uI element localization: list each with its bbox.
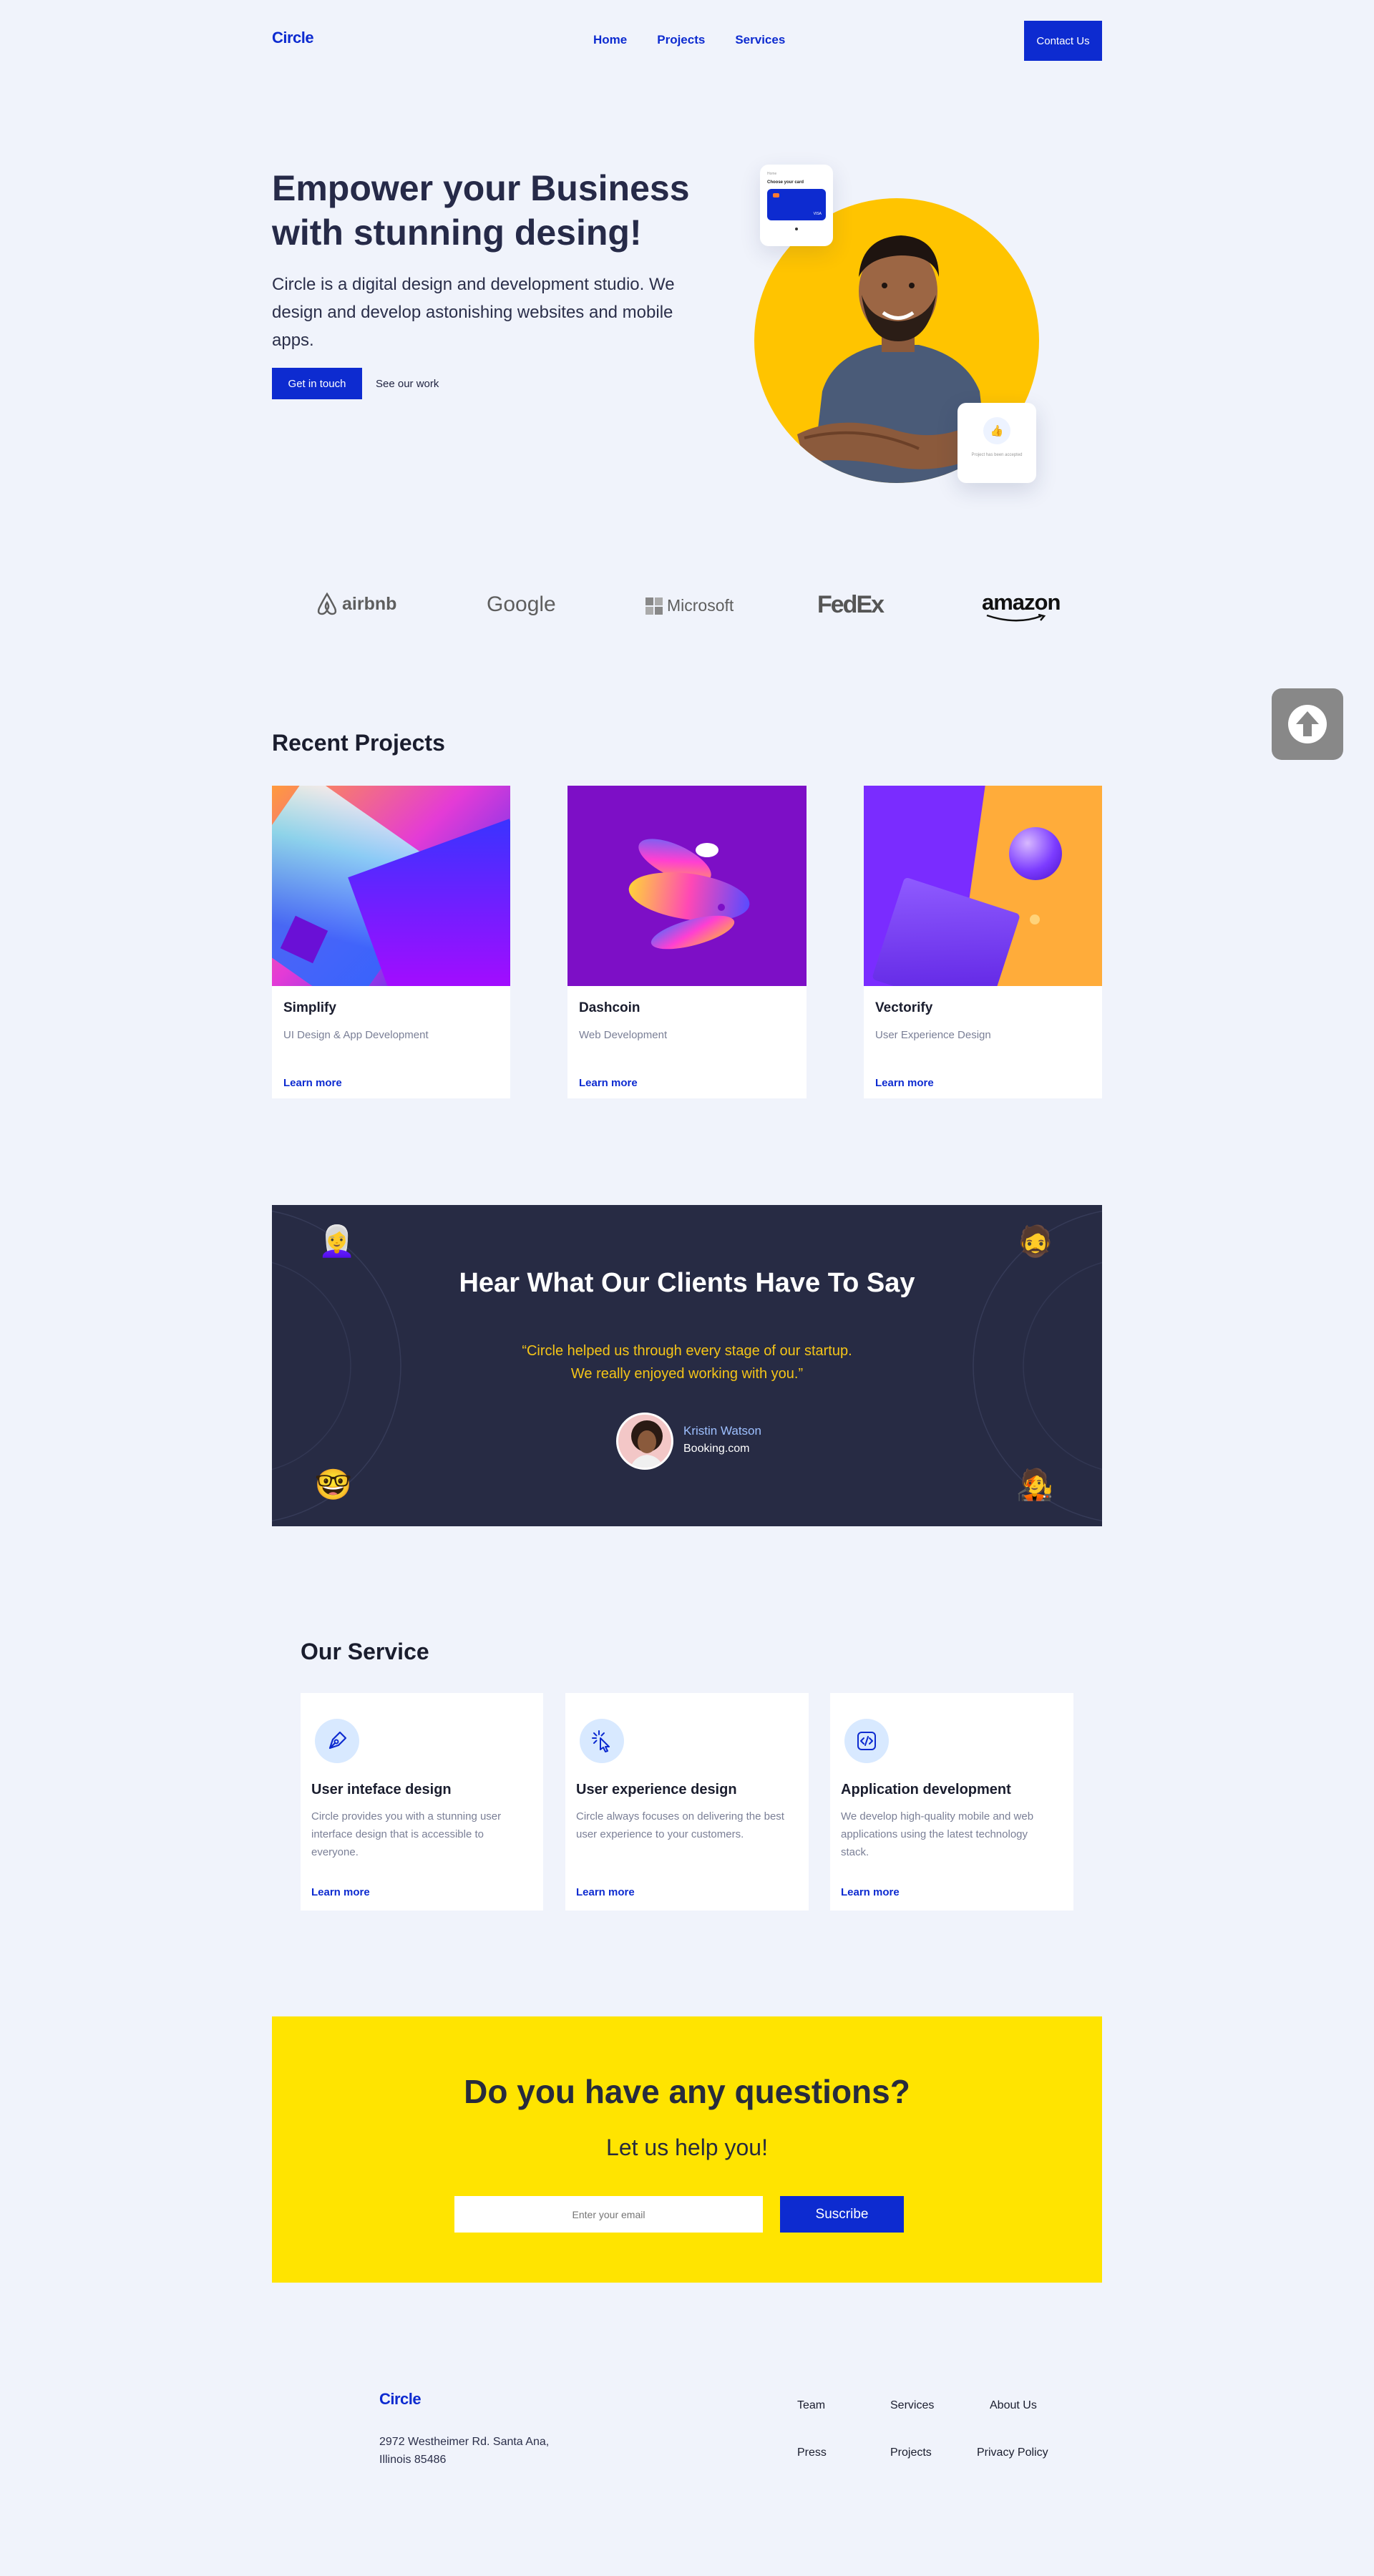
- logo-airbnb-text: airbnb: [342, 593, 397, 614]
- client-avatar-1: 👩‍🦳: [318, 1224, 356, 1258]
- service-description: Circle always focuses on delivering the …: [576, 1810, 784, 1840]
- address-line-1: 2972 Westheimer Rd. Santa Ana,: [379, 2436, 550, 2448]
- footer-link-about-us[interactable]: About Us: [990, 2399, 1037, 2412]
- testimonials-section: 👩‍🦳 🧔 🤓 🧑‍🎤 Hear What Our Clients Have T…: [272, 1205, 1102, 1526]
- project-name: Dashcoin: [579, 1000, 640, 1015]
- hero-title-line-2: with stunning desing!: [272, 213, 642, 253]
- project-accepted-widget: 👍 Project has been accepted: [958, 403, 1036, 483]
- hero-title: Empower your Business with stunning desi…: [272, 166, 730, 255]
- service-description: Circle provides you with a stunning user…: [311, 1810, 502, 1858]
- contact-us-button[interactable]: Contact Us: [1024, 21, 1102, 61]
- project-image-simplify: [272, 786, 510, 986]
- project-category: UI Design & App Development: [283, 1029, 429, 1041]
- quote-line-1: “Circle helped us through every stage of…: [522, 1343, 852, 1359]
- services-section-title: Our Service: [301, 1639, 429, 1664]
- amazon-smile-icon: [986, 614, 1046, 622]
- widget-accepted-text: Project has been accepted: [971, 453, 1023, 457]
- service-title: User experience design: [576, 1782, 737, 1797]
- pen-tool-icon: [315, 1719, 359, 1763]
- author-name: Kristin Watson: [683, 1424, 761, 1438]
- project-category: User Experience Design: [875, 1029, 991, 1041]
- nav-services[interactable]: Services: [735, 33, 785, 47]
- arrow-up-circle-icon: [1288, 705, 1327, 743]
- logo-google: Google: [487, 592, 556, 616]
- service-title: User inteface design: [311, 1782, 452, 1797]
- widget-small-label: Home: [767, 172, 777, 176]
- service-title: Application development: [841, 1782, 1011, 1797]
- service-card-ux-design[interactable]: User experience design Circle always foc…: [565, 1693, 809, 1911]
- widget-title: Choose your card: [767, 180, 804, 185]
- testimonials-title: Hear What Our Clients Have To Say: [459, 1268, 915, 1298]
- choose-card-widget: Home Choose your card VISA: [760, 165, 833, 246]
- learn-more-link[interactable]: Learn more: [283, 1077, 499, 1089]
- hero-title-line-1: Empower your Business: [272, 168, 690, 208]
- projects-section-title: Recent Projects: [272, 730, 445, 756]
- newsletter-section: Do you have any questions? Let us help y…: [272, 2016, 1102, 2283]
- project-card-vectorify[interactable]: Vectorify User Experience Design Learn m…: [864, 786, 1102, 1098]
- footer-address: 2972 Westheimer Rd. Santa Ana, Illinois …: [379, 2433, 549, 2469]
- subscribe-button[interactable]: Suscribe: [780, 2196, 904, 2233]
- learn-more-link[interactable]: Learn more: [875, 1077, 1091, 1089]
- learn-more-link[interactable]: Learn more: [841, 1886, 900, 1898]
- service-card-ui-design[interactable]: User inteface design Circle provides you…: [301, 1693, 543, 1911]
- project-image-vectorify: [864, 786, 1102, 986]
- cta-title: Do you have any questions?: [464, 2073, 910, 2110]
- get-in-touch-button[interactable]: Get in touch: [272, 368, 362, 399]
- widget-dot: [795, 228, 798, 230]
- thumbs-up-icon: 👍: [983, 417, 1010, 444]
- learn-more-link[interactable]: Learn more: [579, 1077, 795, 1089]
- scroll-to-top-button[interactable]: [1272, 688, 1343, 760]
- logo-amazon: amazon: [982, 590, 1061, 615]
- service-description: We develop high-quality mobile and web a…: [841, 1810, 1034, 1858]
- site-logo[interactable]: Circle: [272, 29, 314, 47]
- logo-amazon-text: amazon: [982, 590, 1061, 615]
- logo-airbnb: airbnb: [316, 592, 396, 615]
- card-chip-icon: [773, 193, 779, 197]
- hero-description: Circle is a digital design and developme…: [272, 275, 675, 350]
- client-avatar-3: 🤓: [314, 1467, 353, 1501]
- airbnb-icon: [317, 592, 337, 615]
- nav-projects[interactable]: Projects: [657, 33, 705, 47]
- microsoft-icon: [645, 597, 663, 615]
- service-card-app-development[interactable]: Application development We develop high-…: [830, 1693, 1073, 1911]
- email-input[interactable]: [454, 2196, 763, 2233]
- project-image-dashcoin: [567, 786, 807, 986]
- client-avatar-4: 🧑‍🎤: [1015, 1467, 1054, 1501]
- address-line-2: Illinois 85486: [379, 2454, 447, 2466]
- abstract-discs-illustration: [628, 839, 750, 950]
- cursor-click-icon: [580, 1719, 624, 1763]
- author-company: Booking.com: [683, 1443, 750, 1455]
- footer-link-team[interactable]: Team: [797, 2399, 825, 2412]
- credit-card: VISA: [767, 189, 826, 220]
- nav-home[interactable]: Home: [593, 33, 627, 47]
- footer-logo[interactable]: Circle: [379, 2390, 422, 2409]
- see-our-work-link[interactable]: See our work: [376, 378, 439, 390]
- footer-link-press[interactable]: Press: [797, 2446, 827, 2459]
- project-card-dashcoin[interactable]: Dashcoin Web Development Learn more: [567, 786, 807, 1098]
- project-card-simplify[interactable]: Simplify UI Design & App Development Lea…: [272, 786, 510, 1098]
- code-icon: [844, 1719, 889, 1763]
- footer-link-services[interactable]: Services: [890, 2399, 934, 2412]
- project-category: Web Development: [579, 1029, 668, 1041]
- project-name: Simplify: [283, 1000, 336, 1015]
- logo-fedex: FedEx: [817, 591, 885, 618]
- footer-link-privacy-policy[interactable]: Privacy Policy: [977, 2446, 1048, 2459]
- main-nav: Home Projects Services: [593, 33, 785, 47]
- logo-microsoft: Microsoft: [645, 596, 734, 615]
- learn-more-link[interactable]: Learn more: [576, 1886, 635, 1898]
- project-name: Vectorify: [875, 1000, 933, 1015]
- quote-line-2: We really enjoyed working with you.”: [570, 1366, 804, 1382]
- client-avatar-2: 🧔: [1016, 1224, 1055, 1258]
- learn-more-link[interactable]: Learn more: [311, 1886, 370, 1898]
- cta-subtitle: Let us help you!: [606, 2135, 768, 2160]
- logo-microsoft-text: Microsoft: [667, 596, 734, 615]
- footer-link-projects[interactable]: Projects: [890, 2446, 932, 2459]
- author-avatar: [616, 1413, 673, 1470]
- testimonial-quote: “Circle helped us through every stage of…: [272, 1340, 1102, 1385]
- card-label: VISA: [813, 212, 822, 216]
